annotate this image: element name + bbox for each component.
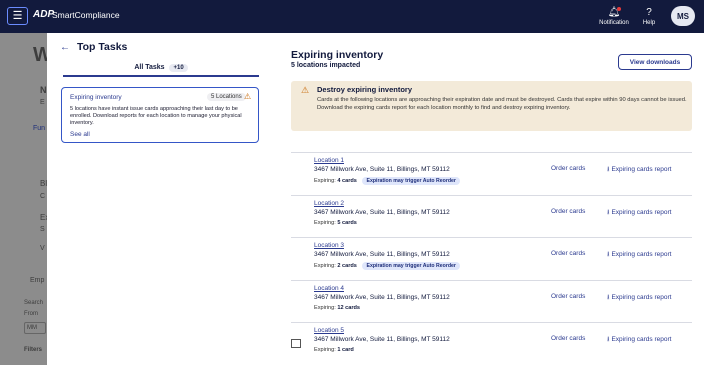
back-arrow-icon[interactable]: ←: [60, 42, 70, 53]
main-panel: Expiring inventory 5 locations impacted …: [275, 33, 704, 365]
tab-all-tasks-label: All Tasks: [134, 64, 165, 71]
report-label: Expiring cards report: [611, 209, 672, 216]
expiring-count: 4 cards: [337, 178, 357, 184]
expiring-count: 5 cards: [337, 220, 357, 226]
download-icon: ⭳: [607, 251, 610, 258]
location-expiring: Expiring: 4 cards Expiration may trigger…: [314, 177, 460, 185]
bg-fragment: MM: [24, 322, 46, 334]
bg-fragment: Search: [24, 300, 44, 306]
task-description: 5 locations have instant issue cards app…: [70, 106, 242, 126]
order-cards-link[interactable]: Order cards: [551, 165, 585, 172]
drawer-title: Top Tasks: [77, 41, 128, 53]
location-expiring: Expiring: 1 card: [314, 347, 354, 353]
expiring-prefix: Expiring:: [314, 305, 336, 311]
task-card-expiring-inventory[interactable]: Expiring inventory 5 Locations ⚠ 5 locat…: [61, 87, 259, 143]
expiring-cards-report-link[interactable]: ⭳ Expiring cards report: [607, 293, 671, 304]
location-name-link[interactable]: Location 1: [314, 157, 344, 164]
expiring-cards-report-link[interactable]: ⭳ Expiring cards report: [607, 250, 671, 261]
tab-all-tasks[interactable]: All Tasks +10: [63, 64, 259, 72]
report-label: Expiring cards report: [611, 251, 672, 258]
see-all-link[interactable]: See all: [70, 131, 90, 138]
page-title: Expiring inventory: [291, 49, 384, 61]
location-row: Location 2 3467 Millwork Ave, Suite 11, …: [291, 195, 692, 237]
auto-reorder-badge: Expiration may trigger Auto Reorder: [362, 262, 460, 270]
adp-logo: ADP: [33, 9, 55, 20]
notification-button[interactable]: 🔔︎ Notification: [596, 7, 632, 26]
location-address: 3467 Millwork Ave, Suite 11, Billings, M…: [314, 336, 450, 343]
expiring-prefix: Expiring:: [314, 347, 336, 353]
expiring-prefix: Expiring:: [314, 263, 336, 269]
report-label: Expiring cards report: [611, 166, 672, 173]
notification-label: Notification: [599, 20, 629, 26]
avatar[interactable]: MS: [671, 6, 695, 26]
expiring-count: 2 cards: [337, 263, 357, 269]
location-address: 3467 Millwork Ave, Suite 11, Billings, M…: [314, 294, 450, 301]
alert-text: Cards at the following locations are app…: [317, 97, 687, 111]
expiring-cards-report-link[interactable]: ⭳ Expiring cards report: [607, 335, 671, 346]
help-label: Help: [642, 20, 656, 26]
expiring-count: 12 cards: [337, 305, 361, 311]
order-cards-link[interactable]: Order cards: [551, 250, 585, 257]
location-checkbox[interactable]: [291, 339, 301, 348]
task-name: Expiring inventory: [70, 94, 122, 101]
app-title: SmartCompliance: [52, 10, 120, 20]
order-cards-link[interactable]: Order cards: [551, 208, 585, 215]
download-icon: ⭳: [607, 336, 610, 343]
order-cards-link[interactable]: Order cards: [551, 335, 585, 342]
bg-fragment: Fun: [33, 125, 46, 132]
bg-fragment: S: [40, 226, 45, 233]
alert-banner: ⚠ Destroy expiring inventory Cards at th…: [291, 81, 692, 131]
report-label: Expiring cards report: [611, 336, 672, 343]
expiring-cards-report-link[interactable]: ⭳ Expiring cards report: [607, 165, 671, 176]
location-name-link[interactable]: Location 4: [314, 285, 344, 292]
help-button[interactable]: ? Help: [638, 7, 660, 26]
location-expiring: Expiring: 2 cards Expiration may trigger…: [314, 262, 460, 270]
bg-fragment: C: [40, 193, 46, 200]
location-expiring: Expiring: 12 cards: [314, 305, 360, 311]
expiring-prefix: Expiring:: [314, 178, 336, 184]
expiring-cards-report-link[interactable]: ⭳ Expiring cards report: [607, 208, 671, 219]
order-cards-link[interactable]: Order cards: [551, 293, 585, 300]
location-name-link[interactable]: Location 2: [314, 200, 344, 207]
bg-fragment: Emp: [30, 277, 45, 284]
warning-icon: ⚠: [301, 85, 310, 95]
location-row: Location 1 3467 Millwork Ave, Suite 11, …: [291, 152, 692, 194]
alert-title: Destroy expiring inventory: [317, 85, 413, 94]
location-row: Location 3 3467 Millwork Ave, Suite 11, …: [291, 237, 692, 279]
bg-fragment: N: [40, 85, 47, 95]
help-icon: ?: [646, 7, 652, 18]
bg-fragment: V: [40, 245, 45, 252]
location-address: 3467 Millwork Ave, Suite 11, Billings, M…: [314, 166, 450, 173]
download-icon: ⭳: [607, 209, 610, 216]
view-downloads-button[interactable]: View downloads: [618, 54, 692, 70]
expiring-count: 1 card: [337, 347, 354, 353]
bg-fragment: E: [40, 99, 45, 106]
location-name-link[interactable]: Location 5: [314, 327, 344, 334]
notification-dot: [617, 7, 621, 11]
auto-reorder-badge: Expiration may trigger Auto Reorder: [362, 177, 460, 185]
locations-badge: 5 Locations: [207, 93, 246, 101]
page-subtitle: 5 locations impacted: [291, 62, 361, 69]
top-tasks-drawer: ← Top Tasks All Tasks +10 Expiring inven…: [47, 33, 275, 365]
bg-fragment: From: [24, 311, 38, 317]
bg-fragment: Filters: [24, 347, 43, 353]
location-expiring: Expiring: 5 cards: [314, 220, 357, 226]
location-row: Location 4 3467 Millwork Ave, Suite 11, …: [291, 280, 692, 322]
menu-button[interactable]: ☰: [7, 7, 28, 25]
warning-icon: ⚠: [244, 92, 252, 101]
download-icon: ⭳: [607, 166, 610, 173]
bell-icon: 🔔︎: [607, 7, 621, 18]
top-nav-bar: ☰ ADP SmartCompliance 🔔︎ Notification ? …: [0, 0, 704, 33]
location-name-link[interactable]: Location 3: [314, 242, 344, 249]
location-address: 3467 Millwork Ave, Suite 11, Billings, M…: [314, 251, 450, 258]
tab-count-badge: +10: [169, 64, 188, 72]
tab-underline: [63, 75, 259, 77]
location-row: Location 5 3467 Millwork Ave, Suite 11, …: [291, 322, 692, 364]
download-icon: ⭳: [607, 294, 610, 301]
hamburger-icon: ☰: [12, 9, 23, 22]
report-label: Expiring cards report: [611, 294, 672, 301]
location-address: 3467 Millwork Ave, Suite 11, Billings, M…: [314, 209, 450, 216]
expiring-prefix: Expiring:: [314, 220, 336, 226]
